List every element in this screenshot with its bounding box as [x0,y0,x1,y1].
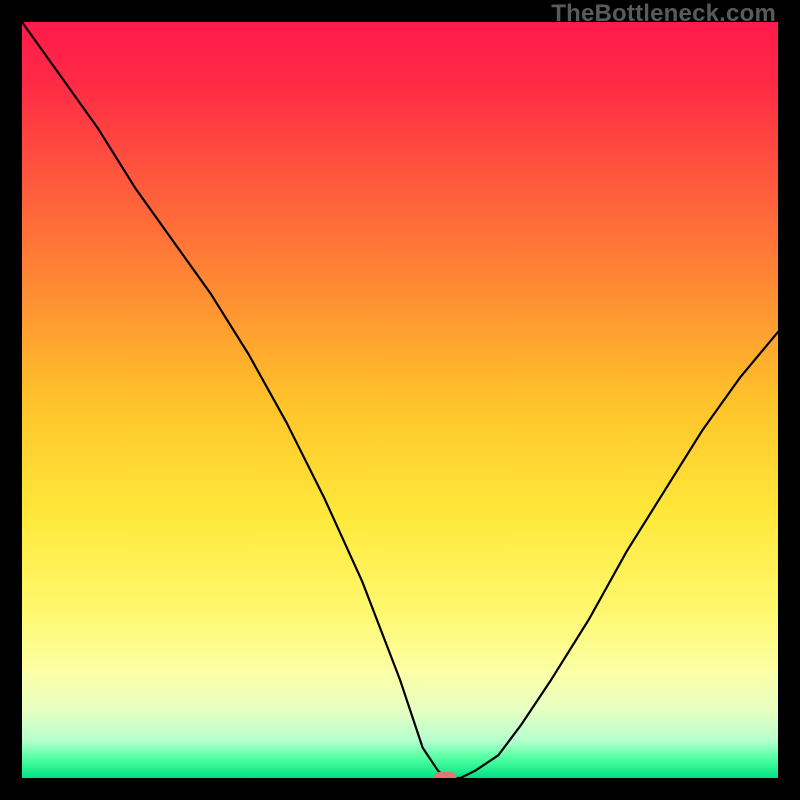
chart-frame [22,22,778,778]
watermark-text: TheBottleneck.com [551,0,776,28]
optimal-marker [434,772,457,778]
bottleneck-plot [22,22,778,778]
gradient-background [22,22,778,778]
